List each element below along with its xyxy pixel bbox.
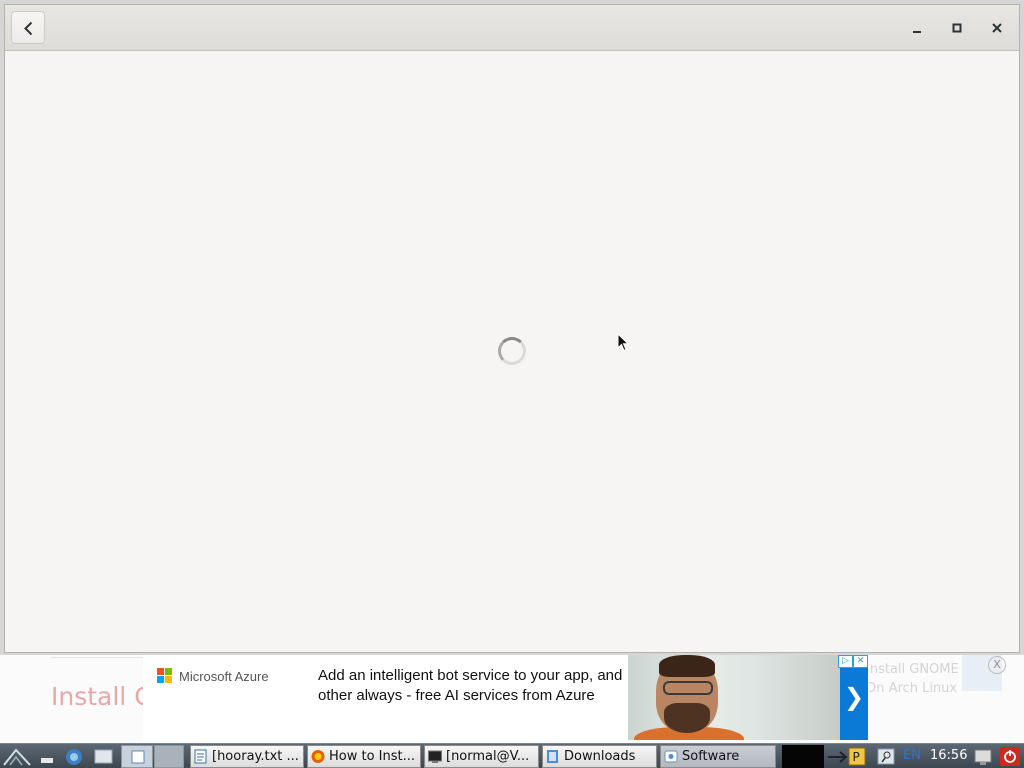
start-menu-icon[interactable] (2, 747, 32, 766)
power-icon[interactable] (999, 747, 1021, 766)
task-label: [normal@V... (446, 749, 530, 764)
close-button[interactable] (986, 17, 1008, 39)
ad-brand-name: Microsoft Azure (179, 668, 269, 684)
minimize-icon (913, 31, 921, 33)
task-downloads[interactable]: Downloads (542, 745, 657, 768)
workspace-1[interactable] (121, 745, 153, 768)
terminal-icon (428, 750, 442, 763)
software-window (4, 4, 1020, 653)
ad-brand: Microsoft Azure (157, 668, 269, 684)
browser-launcher-icon[interactable] (63, 747, 85, 766)
clock[interactable]: 16:56 (930, 748, 967, 763)
task-terminal[interactable]: [normal@V... (424, 745, 539, 768)
ad-info-icon[interactable]: ▷ (838, 655, 853, 668)
show-desktop-icon[interactable] (38, 747, 56, 766)
ad-choices[interactable]: ▷ ✕ (838, 655, 868, 668)
article-heading: Install C (51, 682, 152, 711)
workspace-2[interactable] (154, 745, 184, 768)
task-label: Downloads (564, 749, 636, 764)
svg-text:P: P (853, 750, 860, 764)
microsoft-logo-icon (157, 668, 173, 684)
taskbar: [hooray.txt ... How to Inst... [normal@V… (0, 743, 1024, 768)
mouse-cursor-icon (617, 333, 629, 352)
task-label: Software (682, 749, 740, 764)
related-link-text[interactable]: Install GNOME On Arch Linux (866, 660, 961, 698)
header-bar (5, 5, 1019, 51)
ad-close-icon[interactable]: ✕ (853, 655, 868, 668)
text-file-icon (194, 749, 207, 764)
firefox-icon (311, 750, 325, 763)
task-text-editor[interactable]: [hooray.txt ... (190, 745, 304, 768)
divider (51, 657, 146, 658)
back-arrow-icon (24, 21, 33, 36)
package-updater-icon[interactable]: P (848, 747, 866, 766)
loading-spinner-icon (498, 337, 526, 365)
task-label: [hooray.txt ... (212, 749, 299, 764)
task-software[interactable]: Software (660, 745, 776, 768)
file-manager-launcher-icon[interactable] (92, 747, 116, 766)
screen-lock-icon[interactable] (972, 747, 994, 766)
task-firefox[interactable]: How to Inst... (307, 745, 421, 768)
ad-text[interactable]: Add an intelligent bot service to your a… (318, 666, 628, 706)
search-icon[interactable] (876, 747, 898, 766)
close-icon[interactable]: X (988, 656, 1006, 674)
network-icon[interactable] (826, 747, 848, 766)
ad-photo[interactable] (628, 655, 840, 740)
software-center-icon (664, 750, 678, 763)
folder-icon (547, 750, 558, 763)
minimize-button[interactable] (906, 17, 928, 39)
keyboard-layout-indicator[interactable]: EN (903, 748, 921, 763)
cpu-monitor (782, 745, 824, 768)
maximize-icon (952, 23, 962, 33)
ad-banner[interactable]: Microsoft Azure Add an intelligent bot s… (143, 655, 869, 740)
task-label: How to Inst... (329, 749, 416, 764)
back-button[interactable] (11, 11, 45, 44)
maximize-button[interactable] (946, 17, 968, 39)
close-icon (992, 23, 1002, 33)
